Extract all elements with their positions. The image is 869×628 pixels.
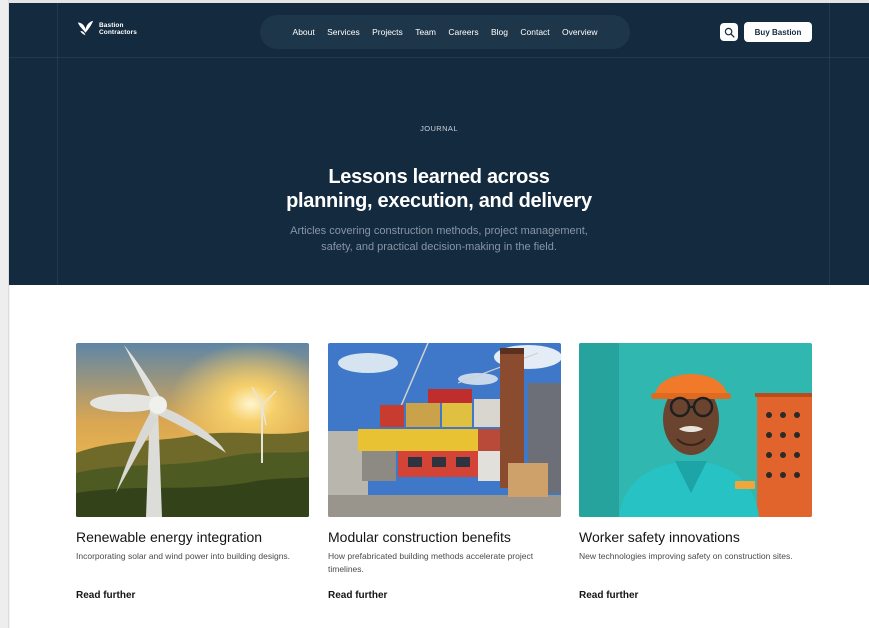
brand-line-1: Bastion xyxy=(99,21,124,29)
hero-subtitle: Articles covering construction methods, … xyxy=(9,223,869,255)
hero-eyebrow: JOURNAL xyxy=(420,124,458,133)
nav-careers[interactable]: Careers xyxy=(442,27,485,37)
nav-blog[interactable]: Blog xyxy=(485,27,514,37)
hero-title-line-1: Lessons learned across xyxy=(328,166,550,188)
brand-logo[interactable]: Bastion Contractors xyxy=(77,20,137,37)
article-description: Incorporating solar and wind power into … xyxy=(76,551,291,561)
brand-name: Bastion Contractors xyxy=(99,22,137,36)
grid-line xyxy=(9,57,869,58)
nav-about[interactable]: About xyxy=(286,27,321,37)
worker-portrait-illustration xyxy=(579,343,812,517)
article-title[interactable]: Renewable energy integration xyxy=(76,529,309,545)
nav-team[interactable]: Team xyxy=(409,27,442,37)
article-card[interactable]: Worker safety innovations New technologi… xyxy=(579,343,812,601)
read-further-link[interactable]: Read further xyxy=(76,590,135,601)
nav-contact[interactable]: Contact xyxy=(514,27,556,37)
hero-section: Bastion Contractors About Services Proje… xyxy=(9,3,869,285)
read-further-link[interactable]: Read further xyxy=(328,590,387,601)
brand-line-2: Contractors xyxy=(99,28,137,36)
modular-building-image[interactable] xyxy=(328,343,561,517)
wind-turbine-image[interactable] xyxy=(76,343,309,517)
hero-title: Lessons learned across planning, executi… xyxy=(9,165,869,213)
nav-overview[interactable]: Overview xyxy=(556,27,604,37)
article-title[interactable]: Modular construction benefits xyxy=(328,529,561,545)
read-further-link[interactable]: Read further xyxy=(579,590,638,601)
article-card[interactable]: Modular construction benefits How prefab… xyxy=(328,343,561,601)
buy-button[interactable]: Buy Bastion xyxy=(744,22,812,42)
search-button[interactable] xyxy=(720,23,738,41)
worker-safety-image[interactable] xyxy=(579,343,812,517)
wind-turbine-illustration xyxy=(76,343,309,517)
article-description: How prefabricated building methods accel… xyxy=(328,551,534,574)
nav-services[interactable]: Services xyxy=(321,27,366,37)
nav-projects[interactable]: Projects xyxy=(366,27,409,37)
article-card[interactable]: Renewable energy integration Incorporati… xyxy=(76,343,309,601)
main-nav: About Services Projects Team Careers Blo… xyxy=(260,15,630,49)
search-icon xyxy=(724,27,735,38)
article-title[interactable]: Worker safety innovations xyxy=(579,529,812,545)
hero-subtitle-line-1: Articles covering construction methods, … xyxy=(290,225,588,237)
article-description: New technologies improving safety on con… xyxy=(579,551,793,561)
window-left-edge xyxy=(0,0,9,628)
bird-logo-icon xyxy=(77,20,94,36)
hero-title-line-2: planning, execution, and delivery xyxy=(286,190,592,212)
modular-building-illustration xyxy=(328,343,561,517)
hero-subtitle-line-2: safety, and practical decision-making in… xyxy=(321,241,557,253)
